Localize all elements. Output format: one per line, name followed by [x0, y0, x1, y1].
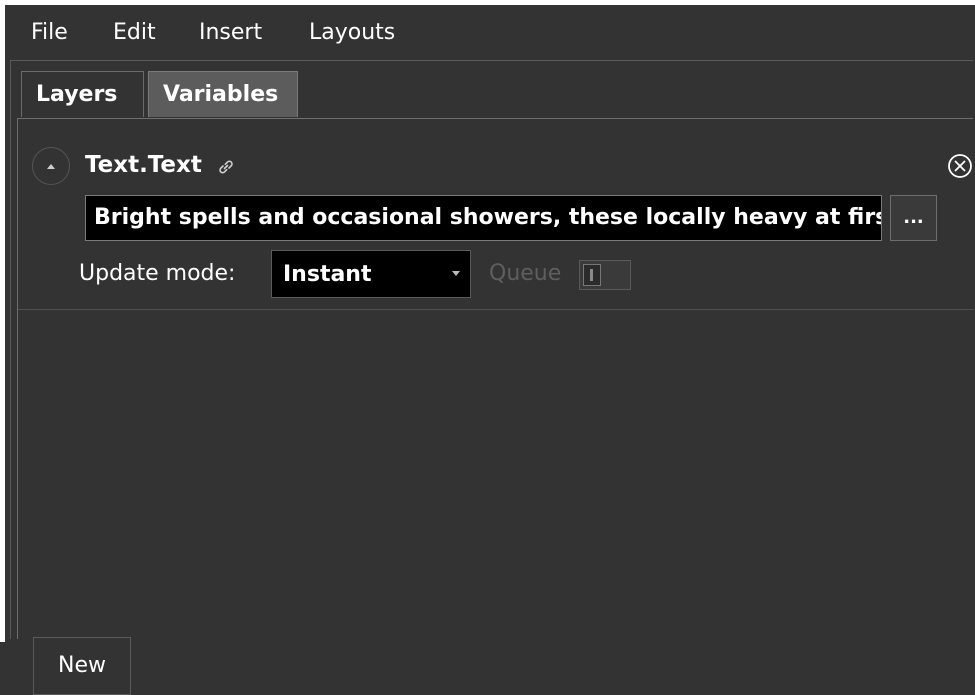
collapse-button[interactable] — [32, 147, 70, 185]
menu-layouts[interactable]: Layouts — [309, 20, 395, 46]
variable-value-input[interactable]: Bright spells and occasional showers, th… — [85, 195, 882, 241]
update-mode-label: Update mode: — [79, 261, 236, 286]
link-icon[interactable] — [216, 157, 236, 177]
queue-toggle[interactable] — [579, 260, 631, 290]
new-button[interactable]: New — [33, 637, 131, 695]
browse-button[interactable]: ... — [890, 195, 937, 241]
variable-name: Text.Text — [85, 152, 202, 178]
divider — [18, 309, 974, 310]
menu-insert[interactable]: Insert — [199, 20, 262, 46]
toggle-knob — [583, 264, 601, 286]
chevron-down-icon — [452, 271, 460, 276]
variables-content: Text.Text Bright spells and occasional s… — [17, 118, 974, 695]
collapse-icon — [47, 163, 55, 169]
update-mode-value: Instant — [283, 262, 372, 287]
tab-variables[interactable]: Variables — [148, 71, 298, 117]
update-mode-select[interactable]: Instant — [271, 250, 471, 298]
variable-entry: Text.Text Bright spells and occasional s… — [18, 119, 974, 309]
variables-panel: Layers Variables Text.Text Bright spells… — [10, 60, 974, 695]
tab-layers[interactable]: Layers — [21, 71, 144, 117]
close-circle-icon[interactable] — [946, 152, 974, 180]
queue-label: Queue — [489, 261, 562, 286]
menu-file[interactable]: File — [31, 20, 68, 46]
menu-edit[interactable]: Edit — [113, 20, 156, 46]
frame-left-edge — [0, 0, 5, 642]
menu-bar: File Edit Insert Layouts — [5, 5, 975, 60]
